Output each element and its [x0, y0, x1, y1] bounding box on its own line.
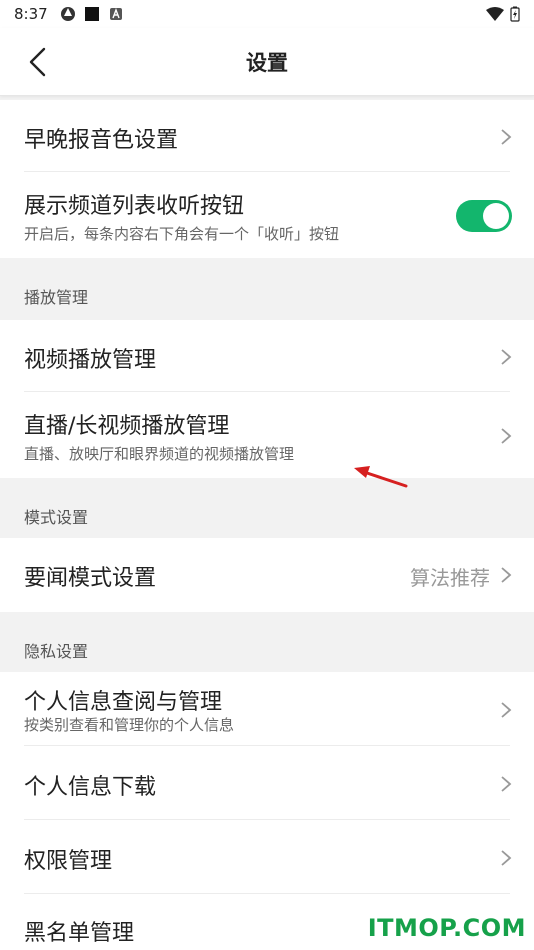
status-bar: 8:37	[0, 0, 534, 28]
chevron-right-icon	[501, 349, 512, 365]
section-header-mode: 模式设置	[0, 478, 534, 538]
voice-setting-label: 早晚报音色设置	[24, 128, 179, 153]
voice-setting-row[interactable]: 早晚报音色设置	[0, 100, 534, 172]
status-time: 8:37	[14, 5, 48, 23]
toggle-knob	[483, 203, 509, 229]
listen-button-description: 开启后，每条内容右下角会有一个「收听」按钮	[24, 225, 340, 243]
app-notification-icon	[60, 7, 75, 21]
listen-button-toggle[interactable]	[456, 200, 512, 232]
site-watermark: ITMOP.COM	[367, 914, 526, 942]
chevron-right-icon	[501, 702, 512, 718]
a-badge-icon	[109, 8, 122, 20]
section-header-playback: 播放管理	[0, 258, 534, 320]
news-mode-row[interactable]: 要闻模式设置 算法推荐	[0, 538, 534, 612]
video-playback-label: 视频播放管理	[24, 348, 157, 373]
section-label: 隐私设置	[24, 642, 89, 661]
video-playback-row[interactable]: 视频播放管理	[0, 320, 534, 392]
wifi-icon	[486, 7, 504, 21]
blacklist-management-label: 黑名单管理	[24, 921, 135, 946]
listen-button-row: 展示频道列表收听按钮 开启后，每条内容右下角会有一个「收听」按钮	[0, 172, 534, 258]
personal-info-review-description: 按类别查看和管理你的个人信息	[24, 716, 235, 734]
personal-info-download-row[interactable]: 个人信息下载	[0, 746, 534, 820]
personal-info-review-row[interactable]: 个人信息查阅与管理 按类别查看和管理你的个人信息	[0, 672, 534, 746]
permission-management-row[interactable]: 权限管理	[0, 820, 534, 894]
chevron-right-icon	[501, 850, 512, 866]
personal-info-download-label: 个人信息下载	[24, 775, 157, 800]
title-bar: 设置	[0, 28, 534, 96]
live-playback-description: 直播、放映厅和眼界频道的视频播放管理	[24, 445, 295, 463]
chevron-right-icon	[501, 776, 512, 792]
chevron-right-icon	[501, 567, 512, 583]
news-mode-label: 要闻模式设置	[24, 566, 157, 591]
black-square-icon	[84, 7, 99, 21]
permission-management-label: 权限管理	[24, 849, 113, 874]
annotation-arrow-icon	[354, 466, 408, 488]
chevron-right-icon	[501, 428, 512, 444]
section-label: 模式设置	[24, 508, 89, 527]
page-title: 设置	[246, 50, 288, 75]
personal-info-review-label: 个人信息查阅与管理	[24, 690, 223, 715]
news-mode-value: 算法推荐	[410, 566, 490, 590]
battery-icon	[510, 6, 520, 22]
back-arrow-icon[interactable]	[22, 44, 58, 80]
live-playback-row[interactable]: 直播/长视频播放管理 直播、放映厅和眼界频道的视频播放管理	[0, 392, 534, 478]
section-header-privacy: 隐私设置	[0, 612, 534, 672]
live-playback-label: 直播/长视频播放管理	[24, 414, 230, 439]
section-label: 播放管理	[24, 288, 89, 307]
listen-button-label: 展示频道列表收听按钮	[24, 194, 245, 219]
chevron-right-icon	[501, 129, 512, 145]
